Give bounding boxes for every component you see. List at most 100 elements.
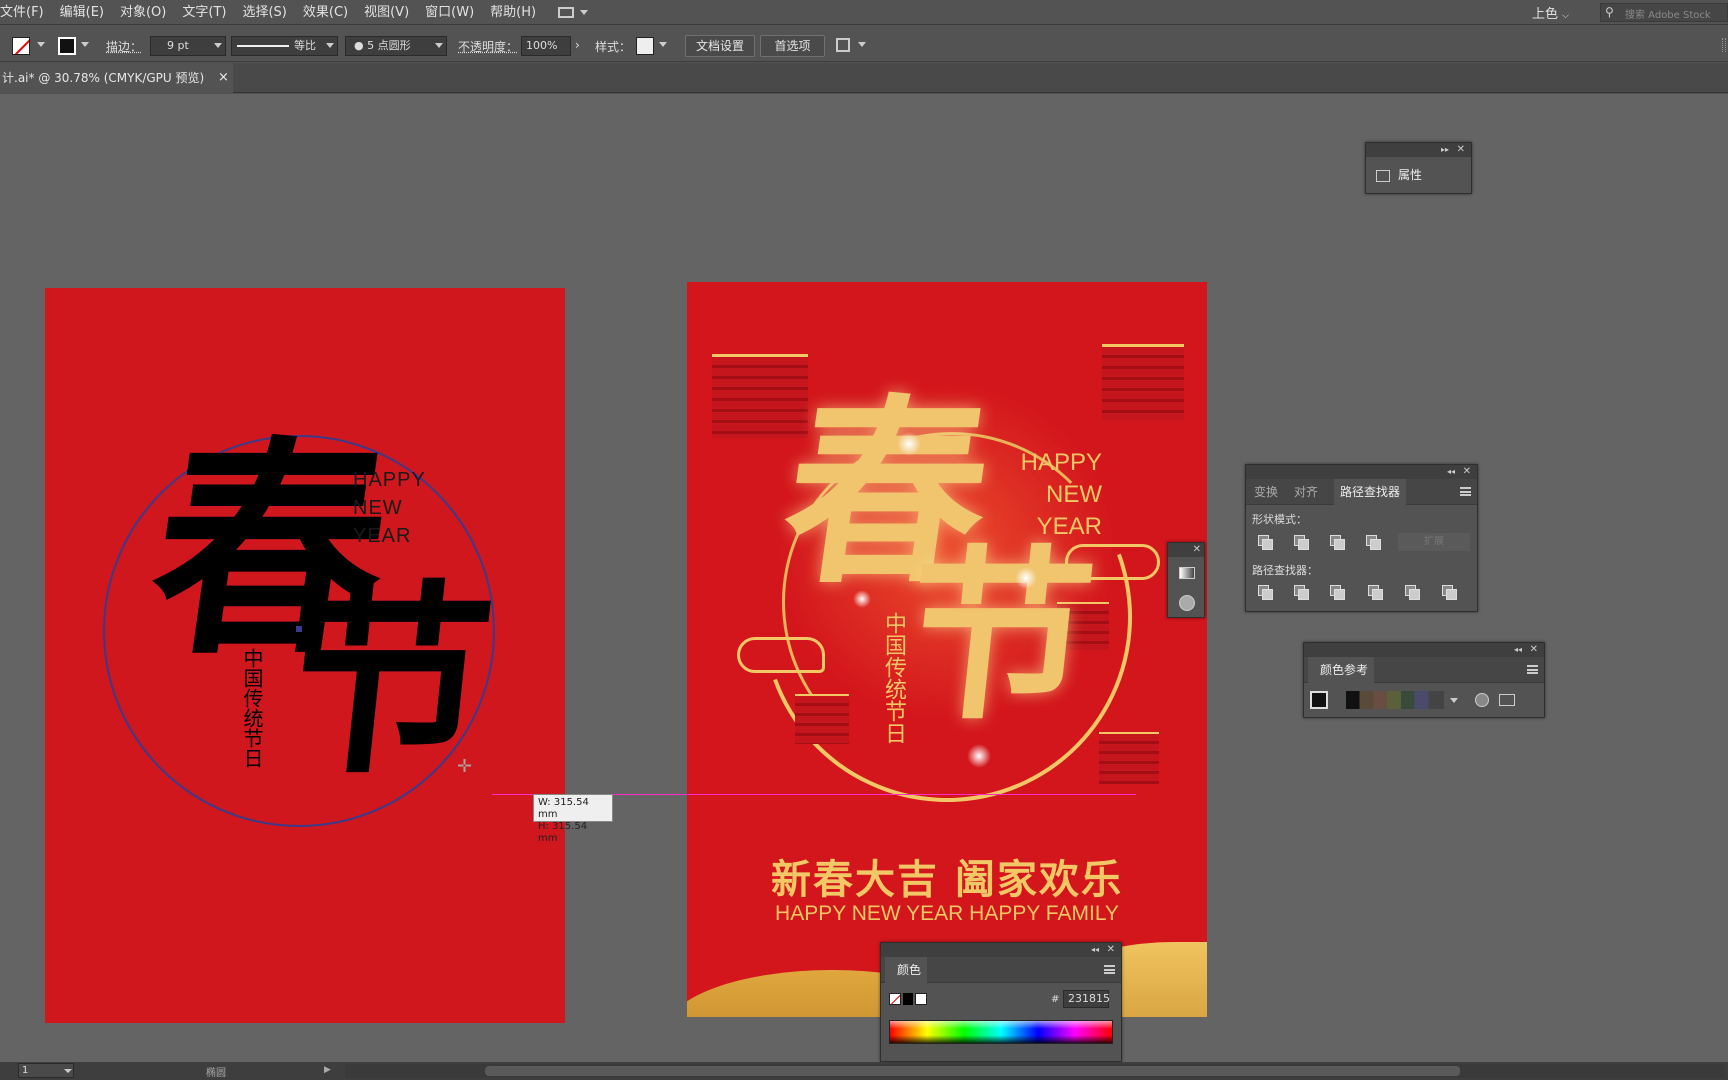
stroke-weight-label[interactable]: 描边： bbox=[106, 38, 142, 55]
color-panel[interactable]: ◂◂ ✕ 颜色 # 231815 bbox=[880, 942, 1122, 1062]
collapse-icon[interactable]: ◂◂ bbox=[1514, 643, 1522, 657]
eng-line-new: NEW bbox=[353, 497, 403, 519]
close-icon[interactable]: ✕ bbox=[1530, 643, 1538, 657]
chevron-right-icon[interactable]: › bbox=[575, 38, 580, 52]
properties-panel[interactable]: ▸▸ ✕ 属性 bbox=[1365, 142, 1472, 194]
style-chevron-icon[interactable] bbox=[659, 42, 667, 47]
dropdown-chevron-icon[interactable] bbox=[435, 43, 443, 48]
chevron-down-icon[interactable] bbox=[1450, 698, 1458, 703]
exclude-icon[interactable] bbox=[1366, 535, 1381, 550]
fill-chevron-icon[interactable] bbox=[37, 42, 45, 47]
color-wheel-icon[interactable] bbox=[1475, 693, 1489, 707]
workspace-switcher-icon[interactable] bbox=[558, 6, 575, 18]
menu-help[interactable]: 帮助(H) bbox=[482, 0, 544, 25]
panel-menu-icon[interactable] bbox=[1460, 487, 1471, 496]
menu-edit[interactable]: 编辑(E) bbox=[52, 0, 112, 25]
light-flare bbox=[1015, 567, 1037, 589]
horizontal-scrollbar[interactable] bbox=[345, 1064, 1725, 1078]
stock-search[interactable]: ⚲ 搜索 Adobe Stock bbox=[1600, 3, 1728, 22]
save-swatch-group-icon[interactable] bbox=[1499, 694, 1515, 706]
close-icon[interactable]: ✕ bbox=[1193, 543, 1201, 557]
anchor-point[interactable] bbox=[296, 626, 302, 632]
workspace-menu[interactable]: 上色 ⌵ bbox=[1532, 3, 1584, 22]
canvas[interactable]: 春 节 中国传统节日 HAPPY NEW YEAR ✛ 春 节 中国传统节日 H… bbox=[0, 94, 1728, 1062]
dropdown-chevron-icon[interactable] bbox=[214, 43, 222, 48]
minus-front-icon[interactable] bbox=[1294, 535, 1309, 550]
tab-transform[interactable]: 变换 bbox=[1248, 479, 1284, 505]
collapse-icon[interactable]: ▸▸ bbox=[1441, 143, 1449, 157]
chevron-down-icon[interactable] bbox=[64, 1069, 72, 1073]
style-swatch[interactable] bbox=[636, 37, 654, 55]
none-swatch[interactable] bbox=[889, 993, 901, 1005]
intersect-icon[interactable] bbox=[1330, 535, 1345, 550]
menu-view[interactable]: 视图(V) bbox=[356, 0, 417, 25]
hex-input[interactable]: 231815 bbox=[1063, 990, 1110, 1008]
artboard-left[interactable]: 春 节 中国传统节日 HAPPY NEW YEAR ✛ bbox=[45, 288, 565, 1023]
harmony-swatches[interactable] bbox=[1346, 691, 1444, 709]
close-icon[interactable]: × bbox=[218, 63, 229, 93]
merge-icon[interactable] bbox=[1330, 585, 1345, 600]
tab-color[interactable]: 颜色 bbox=[885, 957, 928, 983]
document-setup-button[interactable]: 文档设置 bbox=[685, 35, 755, 57]
divide-icon[interactable] bbox=[1258, 585, 1273, 600]
stroke-weight-value: 9 pt bbox=[167, 39, 189, 52]
dropdown-chevron-icon[interactable] bbox=[326, 43, 334, 48]
tab-pathfinder[interactable]: 路径查找器 bbox=[1334, 479, 1407, 505]
mini-dock-panel[interactable]: ✕ bbox=[1167, 542, 1205, 618]
white-swatch[interactable] bbox=[915, 993, 927, 1005]
properties-tab[interactable]: 属性 bbox=[1376, 163, 1422, 187]
menu-type[interactable]: 文字(T) bbox=[174, 0, 234, 25]
close-icon[interactable]: ✕ bbox=[1457, 143, 1465, 157]
transparency-icon[interactable] bbox=[1179, 595, 1195, 611]
black-swatch[interactable] bbox=[903, 993, 913, 1005]
arrange-documents-icon[interactable] bbox=[836, 38, 850, 52]
panel-grip-icon[interactable] bbox=[1722, 38, 1726, 52]
document-tab[interactable]: 计.ai* @ 30.78% (CMYK/GPU 预览) × bbox=[0, 63, 233, 93]
panel-menu-icon[interactable] bbox=[1104, 965, 1115, 974]
collapse-icon[interactable]: ◂◂ bbox=[1091, 943, 1099, 957]
stroke-swatch[interactable] bbox=[58, 37, 76, 55]
arrange-chevron-icon[interactable] bbox=[858, 42, 866, 47]
style-label[interactable]: 样式： bbox=[595, 38, 631, 55]
menu-object[interactable]: 对象(O) bbox=[112, 0, 174, 25]
scrollbar-thumb[interactable] bbox=[485, 1066, 1460, 1076]
stroke-weight-input[interactable]: 9 pt bbox=[150, 36, 226, 56]
color-guide-panel[interactable]: ◂◂ ✕ 颜色参考 bbox=[1303, 642, 1545, 718]
base-color-swatch[interactable] bbox=[1310, 691, 1328, 709]
measure-height: H: 315.54 mm bbox=[538, 821, 588, 844]
artboard-right[interactable]: 春 节 中国传统节日 HAPPY NEW YEAR 新春大吉 阖家欢乐 HAPP… bbox=[687, 282, 1207, 1017]
panel-header[interactable]: ✕ bbox=[1168, 543, 1204, 557]
variable-width-profile[interactable]: 等比 bbox=[231, 36, 338, 56]
gradient-icon[interactable] bbox=[1179, 567, 1195, 579]
opacity-label[interactable]: 不透明度： bbox=[458, 38, 518, 55]
unite-icon[interactable] bbox=[1258, 535, 1273, 550]
stroke-chevron-icon[interactable] bbox=[81, 42, 89, 47]
pathfinder-panel[interactable]: ◂◂ ✕ 变换 对齐 路径查找器 形状模式： 扩展 路径查找器： bbox=[1245, 464, 1478, 612]
menu-select[interactable]: 选择(S) bbox=[234, 0, 294, 25]
color-spectrum[interactable] bbox=[889, 1020, 1113, 1044]
close-icon[interactable]: ✕ bbox=[1107, 943, 1115, 957]
chevron-down-icon[interactable] bbox=[580, 9, 589, 15]
preferences-button[interactable]: 首选项 bbox=[760, 35, 825, 57]
trim-icon[interactable] bbox=[1294, 585, 1309, 600]
panel-header[interactable]: ◂◂ ✕ bbox=[1246, 465, 1477, 479]
panel-header[interactable]: ◂◂ ✕ bbox=[881, 943, 1121, 957]
play-icon[interactable]: ▶ bbox=[324, 1065, 331, 1075]
menu-effect[interactable]: 效果(C) bbox=[295, 0, 356, 25]
panel-menu-icon[interactable] bbox=[1527, 665, 1538, 674]
expand-button[interactable]: 扩展 bbox=[1398, 533, 1470, 551]
collapse-icon[interactable]: ◂◂ bbox=[1447, 465, 1455, 479]
fill-swatch[interactable] bbox=[12, 37, 30, 55]
opacity-input[interactable]: 100% bbox=[521, 36, 571, 56]
brush-definition[interactable]: ● 5 点圆形 bbox=[345, 36, 447, 56]
close-icon[interactable]: ✕ bbox=[1463, 465, 1471, 479]
tab-align[interactable]: 对齐 bbox=[1288, 479, 1324, 505]
menu-window[interactable]: 窗口(W) bbox=[417, 0, 482, 25]
panel-header[interactable]: ◂◂ ✕ bbox=[1304, 643, 1544, 657]
crop-icon[interactable] bbox=[1368, 585, 1383, 600]
panel-header[interactable]: ▸▸ ✕ bbox=[1366, 143, 1471, 157]
minus-back-icon[interactable] bbox=[1442, 585, 1457, 600]
outline-icon[interactable] bbox=[1405, 585, 1420, 600]
tab-color-guide[interactable]: 颜色参考 bbox=[1308, 657, 1375, 683]
menu-file[interactable]: 文件(F) bbox=[0, 0, 52, 25]
